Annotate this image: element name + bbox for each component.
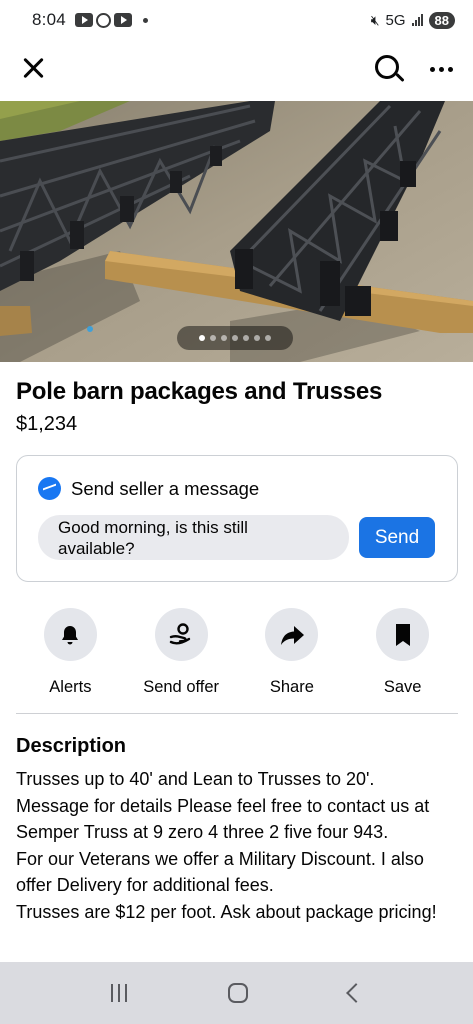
share-arrow-icon — [265, 608, 319, 661]
nav-actions — [374, 54, 453, 84]
top-nav — [0, 40, 473, 98]
status-time: 8:04 — [32, 10, 66, 29]
send-offer-button[interactable]: Send offer — [126, 608, 237, 697]
message-input[interactable]: Good morning, is this still available? — [38, 515, 349, 560]
close-icon[interactable] — [20, 55, 48, 83]
home-icon[interactable] — [227, 983, 248, 1003]
alerts-button[interactable]: Alerts — [15, 608, 126, 697]
bookmark-icon — [376, 608, 430, 661]
photo-carousel-indicator[interactable] — [177, 326, 293, 350]
battery-indicator: 88 — [428, 11, 455, 29]
signal-icon — [411, 14, 423, 26]
more-icon[interactable] — [430, 61, 453, 78]
save-label: Save — [383, 678, 422, 696]
alerts-label: Alerts — [49, 678, 92, 696]
message-card-header: Send seller a message — [38, 477, 259, 500]
status-right: 🔇︎ 5G 88 — [370, 11, 455, 29]
save-button[interactable]: Save — [347, 608, 458, 697]
description-body: Trusses up to 40' and Lean to Trusses to… — [16, 769, 437, 922]
messenger-icon — [38, 477, 61, 500]
status-app-icons — [74, 12, 148, 28]
system-navigation-bar — [0, 962, 473, 1024]
share-button[interactable]: Share — [237, 608, 348, 697]
bell-icon — [43, 608, 97, 661]
recents-icon[interactable] — [110, 984, 127, 1002]
offer-icon — [154, 608, 208, 661]
truss-photo-illustration — [0, 101, 473, 362]
notification-dot — [142, 17, 148, 23]
threads-icon — [95, 12, 111, 28]
send-offer-label: Send offer — [143, 678, 220, 696]
section-divider — [16, 713, 458, 714]
youtube-icon — [113, 13, 132, 27]
youtube-icon — [74, 13, 93, 27]
listing-photo[interactable] — [0, 101, 473, 362]
listing-title: Pole barn packages and Trusses — [16, 378, 383, 405]
network-label: 5G — [385, 11, 406, 29]
send-button[interactable]: Send — [359, 517, 435, 558]
description-heading: Description — [16, 735, 127, 757]
status-bar: 8:04 🔇︎ 5G 88 — [0, 0, 473, 40]
listing-price: $1,234 — [16, 413, 78, 435]
search-icon[interactable] — [374, 54, 405, 84]
listing-actions: Alerts Send offer Share Save — [15, 608, 458, 697]
share-label: Share — [269, 678, 314, 696]
message-card-title: Send seller a message — [71, 477, 260, 499]
mute-icon: 🔇︎ — [370, 11, 380, 28]
back-icon[interactable] — [345, 983, 366, 1003]
message-seller-card: Send seller a message Good morning, is t… — [16, 455, 458, 582]
